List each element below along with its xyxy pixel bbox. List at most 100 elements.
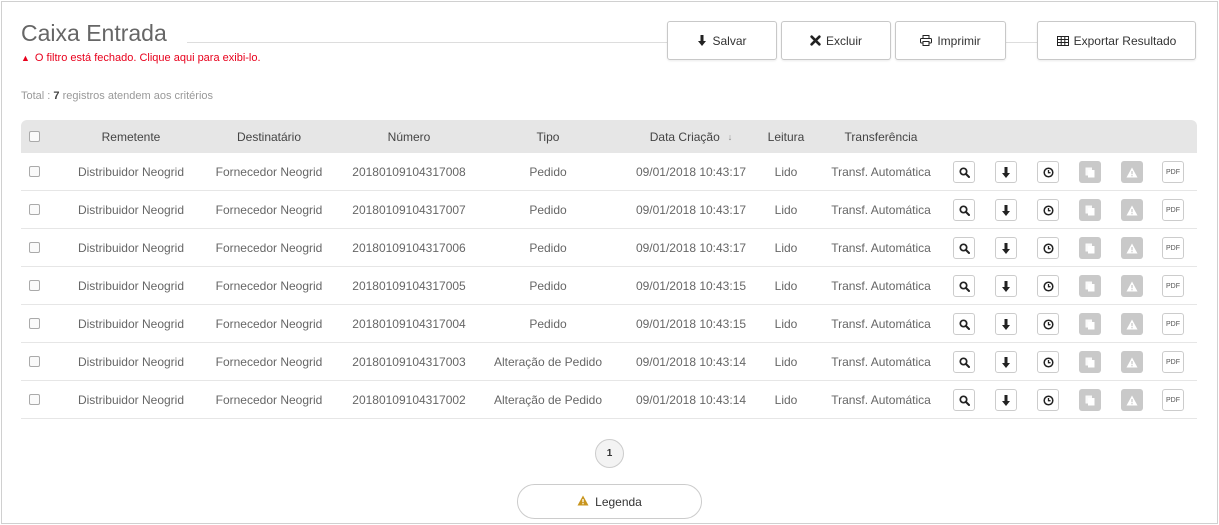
warning-icon [1121,275,1143,297]
cell-transferencia: Transf. Automática [831,392,931,407]
pdf-label: PDF [1166,358,1180,366]
warning-icon [577,495,589,509]
table-row[interactable]: Distribuidor Neogrid Fornecedor Neogrid 20… [21,381,1197,419]
select-all-checkbox[interactable] [28,131,40,142]
cell-destinatario: Fornecedor Neogrid [215,240,323,255]
pdf-label: PDF [1166,320,1180,328]
row-checkbox[interactable] [28,242,40,253]
search-icon[interactable] [953,351,975,373]
copy-icon [1079,161,1101,183]
row-checkbox[interactable] [28,356,40,367]
table-row[interactable]: Distribuidor Neogrid Fornecedor Neogrid 20… [21,305,1197,343]
col-tipo[interactable]: Tipo [481,120,615,153]
copy-icon [1079,275,1101,297]
cell-leitura: Lido [774,164,798,179]
copy-icon [1079,199,1101,221]
pdf-label: PDF [1166,396,1180,404]
download-icon[interactable] [995,313,1017,335]
cell-remetente: Distribuidor Neogrid [77,202,185,217]
cell-destinatario: Fornecedor Neogrid [215,316,323,331]
download-icon[interactable] [995,389,1017,411]
summary-count: 7 [53,90,60,102]
download-icon[interactable] [995,275,1017,297]
col-data-criacao[interactable]: Data Criação ↓ [619,120,763,153]
copy-icon [1079,351,1101,373]
copy-icon [1079,313,1101,335]
col-destinatario[interactable]: Destinatário [201,120,337,153]
row-checkbox[interactable] [28,394,40,405]
table-row[interactable]: Distribuidor Neogrid Fornecedor Neogrid 20… [21,343,1197,381]
pdf-icon[interactable]: PDF [1162,275,1184,297]
cell-tipo: Pedido [529,316,567,331]
pdf-icon[interactable]: PDF [1162,389,1184,411]
clock-icon[interactable] [1037,389,1059,411]
table-row[interactable]: Distribuidor Neogrid Fornecedor Neogrid 20… [21,267,1197,305]
clock-icon[interactable] [1037,351,1059,373]
clock-icon[interactable] [1037,161,1059,183]
save-button-label: Salvar [712,33,747,48]
table-row[interactable]: Distribuidor Neogrid Fornecedor Neogrid 20… [21,153,1197,191]
search-icon[interactable] [953,275,975,297]
clock-icon[interactable] [1037,199,1059,221]
col-transferencia[interactable]: Transferência [821,120,941,153]
clock-icon[interactable] [1037,313,1059,335]
pdf-icon[interactable]: PDF [1162,313,1184,335]
cell-leitura: Lido [774,278,798,293]
summary-prefix: Total : [21,90,51,102]
page-frame: Caixa Entrada ▲ O filtro está fechado. Cl… [1,1,1218,524]
save-button[interactable]: Salvar [667,21,777,60]
cell-destinatario: Fornecedor Neogrid [215,278,323,293]
download-icon[interactable] [995,237,1017,259]
search-icon[interactable] [953,199,975,221]
pdf-icon[interactable]: PDF [1162,161,1184,183]
download-icon[interactable] [995,199,1017,221]
cell-remetente: Distribuidor Neogrid [77,316,185,331]
table-row[interactable]: Distribuidor Neogrid Fornecedor Neogrid 20… [21,191,1197,229]
cell-remetente: Distribuidor Neogrid [77,278,185,293]
pdf-icon[interactable]: PDF [1162,237,1184,259]
cell-tipo: Pedido [529,278,567,293]
search-icon[interactable] [953,237,975,259]
clock-icon[interactable] [1037,237,1059,259]
col-leitura[interactable]: Leitura [761,120,811,153]
search-icon[interactable] [953,161,975,183]
cell-transferencia: Transf. Automática [831,164,931,179]
cell-leitura: Lido [774,240,798,255]
summary-suffix: registros atendem aos critérios [62,90,214,102]
download-icon[interactable] [995,161,1017,183]
cell-remetente: Distribuidor Neogrid [77,164,185,179]
pagination-page-1[interactable]: 1 [595,439,624,468]
filter-toggle-link[interactable]: ▲ O filtro está fechado. Clique aqui para… [21,52,261,64]
col-remetente[interactable]: Remetente [63,120,199,153]
table-grid-icon [1056,35,1069,46]
cell-tipo: Alteração de Pedido [493,392,603,407]
delete-button[interactable]: Excluir [781,21,891,60]
legend-button[interactable]: Legenda [517,484,702,519]
download-icon[interactable] [995,351,1017,373]
row-checkbox[interactable] [28,280,40,291]
row-checkbox[interactable] [28,318,40,329]
cell-data-criacao: 09/01/2018 10:43:17 [635,202,747,217]
print-button-label: Imprimir [937,33,981,48]
table-row[interactable]: Distribuidor Neogrid Fornecedor Neogrid 20… [21,229,1197,267]
row-checkbox[interactable] [28,204,40,215]
cell-transferencia: Transf. Automática [831,240,931,255]
cell-transferencia: Transf. Automática [831,316,931,331]
warning-icon [1121,199,1143,221]
pdf-icon[interactable]: PDF [1162,199,1184,221]
clock-icon[interactable] [1037,275,1059,297]
row-checkbox[interactable] [28,166,40,177]
export-results-button[interactable]: Exportar Resultado [1037,21,1196,60]
print-button[interactable]: Imprimir [895,21,1006,60]
cell-numero: 20180109104317005 [352,278,466,293]
cell-tipo: Pedido [529,240,567,255]
cell-numero: 20180109104317008 [352,164,466,179]
cell-destinatario: Fornecedor Neogrid [215,164,323,179]
pdf-icon[interactable]: PDF [1162,351,1184,373]
cell-numero: 20180109104317007 [352,202,466,217]
cell-tipo: Pedido [529,164,567,179]
search-icon[interactable] [953,313,975,335]
search-icon[interactable] [953,389,975,411]
cell-data-criacao: 09/01/2018 10:43:17 [635,164,747,179]
col-numero[interactable]: Número [337,120,481,153]
